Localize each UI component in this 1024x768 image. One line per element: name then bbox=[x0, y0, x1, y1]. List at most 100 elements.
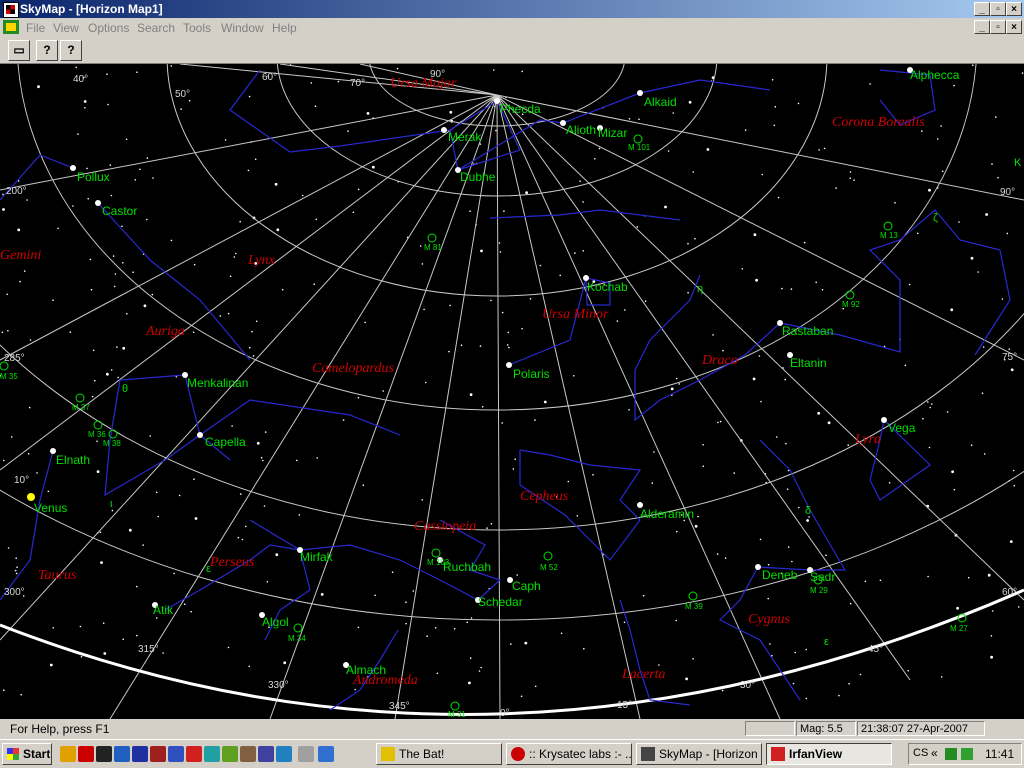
faint-star bbox=[797, 102, 800, 105]
faint-star bbox=[421, 499, 424, 501]
maximize-button[interactable]: ▫ bbox=[990, 2, 1006, 16]
faint-star bbox=[499, 251, 502, 253]
menu-help[interactable]: Help bbox=[272, 21, 297, 35]
menu-options[interactable]: Options bbox=[88, 21, 129, 35]
start-button[interactable]: Start bbox=[2, 743, 52, 765]
open-folder-button[interactable]: ▭ bbox=[8, 40, 30, 61]
window-title: SkyMap - [Horizon Map1] bbox=[20, 2, 163, 16]
faint-star bbox=[480, 666, 482, 669]
faint-star bbox=[676, 377, 678, 380]
faint-star bbox=[642, 594, 645, 597]
tray-app-icon[interactable] bbox=[961, 748, 973, 760]
named-star-7[interactable] bbox=[70, 165, 76, 171]
menu-file[interactable]: File bbox=[26, 21, 45, 35]
quicklaunch-icon-6[interactable] bbox=[150, 746, 166, 762]
faint-star bbox=[91, 395, 94, 398]
help-button[interactable]: ? bbox=[36, 40, 58, 61]
tray-cs-icon[interactable]: CS bbox=[913, 747, 928, 759]
faint-star bbox=[2, 193, 4, 196]
faint-star bbox=[706, 148, 710, 151]
named-star-1[interactable] bbox=[441, 127, 447, 133]
faint-star bbox=[985, 213, 988, 216]
menu-search[interactable]: Search bbox=[137, 21, 175, 35]
menu-tools[interactable]: Tools bbox=[183, 21, 211, 35]
faint-star bbox=[769, 643, 771, 645]
named-star-8[interactable] bbox=[95, 200, 101, 206]
faint-star bbox=[785, 442, 787, 445]
faint-star bbox=[296, 459, 298, 462]
azimuth-label-1: 75° bbox=[1002, 352, 1017, 363]
quicklaunch-icon-9[interactable] bbox=[204, 746, 220, 762]
venus-marker[interactable] bbox=[27, 493, 35, 501]
quicklaunch-icon-13[interactable] bbox=[276, 746, 292, 762]
quicklaunch-icon-10[interactable] bbox=[222, 746, 238, 762]
context-help-button[interactable]: ? bbox=[60, 40, 82, 61]
faint-star bbox=[449, 304, 451, 307]
menu-view[interactable]: View bbox=[53, 21, 79, 35]
faint-star bbox=[849, 602, 852, 605]
messier-label-5: M 36 bbox=[88, 430, 106, 439]
faint-star bbox=[316, 457, 319, 459]
task-opera[interactable]: :: Krysatec labs :- ... bbox=[506, 743, 632, 765]
quicklaunch-icon-12[interactable] bbox=[258, 746, 274, 762]
faint-star bbox=[692, 658, 694, 660]
faint-star bbox=[3, 689, 5, 691]
sky-map-canvas[interactable]: 90° 70° 60° 50° 40° 10° 90° 75° 60° 45° 30° 15° 0° 3… bbox=[0, 64, 1024, 719]
faint-star bbox=[157, 515, 159, 518]
faint-star bbox=[894, 201, 896, 204]
quicklaunch-icon-7[interactable] bbox=[168, 746, 184, 762]
star-label-15: Elnath bbox=[56, 453, 90, 467]
faint-star bbox=[15, 572, 18, 575]
named-star-22[interactable] bbox=[755, 564, 761, 570]
faint-star bbox=[991, 610, 994, 612]
named-star-10[interactable] bbox=[506, 362, 512, 368]
faint-star bbox=[478, 670, 481, 672]
doc-minimize-button[interactable]: _ bbox=[974, 20, 990, 34]
menu-window[interactable]: Window bbox=[221, 21, 264, 35]
quicklaunch-icon-11[interactable] bbox=[240, 746, 256, 762]
skymap-task-icon bbox=[641, 747, 655, 761]
faint-star bbox=[15, 557, 17, 559]
constellation-label-0: Ursa Major bbox=[390, 76, 457, 91]
task-skymap[interactable]: SkyMap - [Horizon ... bbox=[636, 743, 762, 765]
quicklaunch-icon-5[interactable] bbox=[132, 746, 148, 762]
faint-star bbox=[675, 619, 677, 622]
faint-star bbox=[721, 689, 724, 692]
task-the-bat[interactable]: The Bat! bbox=[376, 743, 502, 765]
faint-star bbox=[227, 312, 230, 315]
tray-network-icon[interactable] bbox=[945, 748, 957, 760]
minimize-button[interactable]: _ bbox=[974, 2, 990, 16]
named-star-16[interactable] bbox=[881, 417, 887, 423]
faint-star bbox=[982, 346, 985, 348]
constellation-label-3: Lynx bbox=[247, 253, 276, 268]
opera-icon[interactable] bbox=[78, 746, 94, 762]
tray-clock[interactable]: 11:41 bbox=[985, 747, 1014, 761]
document-icon[interactable] bbox=[3, 20, 19, 34]
quicklaunch-icon-15[interactable] bbox=[318, 746, 334, 762]
quicklaunch-icon-14[interactable] bbox=[298, 746, 314, 762]
menu-bar: File View Options Search Tools Window He… bbox=[0, 18, 1024, 37]
faint-star bbox=[598, 147, 601, 150]
horizon-map-svg[interactable]: 90°70°60°50°40°10° 90°75°60°45°30°15°0°3… bbox=[0, 64, 1024, 719]
quicklaunch-icon-1[interactable] bbox=[60, 746, 76, 762]
named-star-14[interactable] bbox=[197, 432, 203, 438]
skymap-app-icon[interactable] bbox=[3, 2, 19, 18]
doc-restore-button[interactable]: ▫ bbox=[990, 20, 1006, 34]
irfanview-quick-icon[interactable] bbox=[186, 746, 202, 762]
ie-icon[interactable] bbox=[114, 746, 130, 762]
quicklaunch-icon-3[interactable] bbox=[96, 746, 112, 762]
faint-star bbox=[17, 228, 21, 232]
faint-star bbox=[759, 538, 762, 541]
named-star-5[interactable] bbox=[637, 90, 643, 96]
faint-star bbox=[412, 590, 415, 592]
faint-star bbox=[521, 327, 523, 330]
faint-star bbox=[794, 651, 796, 654]
faint-star bbox=[970, 256, 974, 260]
doc-close-button[interactable]: × bbox=[1006, 20, 1022, 34]
task-irfanview[interactable]: IrfanView bbox=[766, 743, 892, 765]
faint-star bbox=[281, 288, 284, 291]
faint-star bbox=[92, 349, 95, 352]
faint-star bbox=[687, 291, 689, 294]
tray-chevron-icon[interactable]: « bbox=[931, 746, 938, 760]
close-button[interactable]: × bbox=[1006, 2, 1022, 16]
